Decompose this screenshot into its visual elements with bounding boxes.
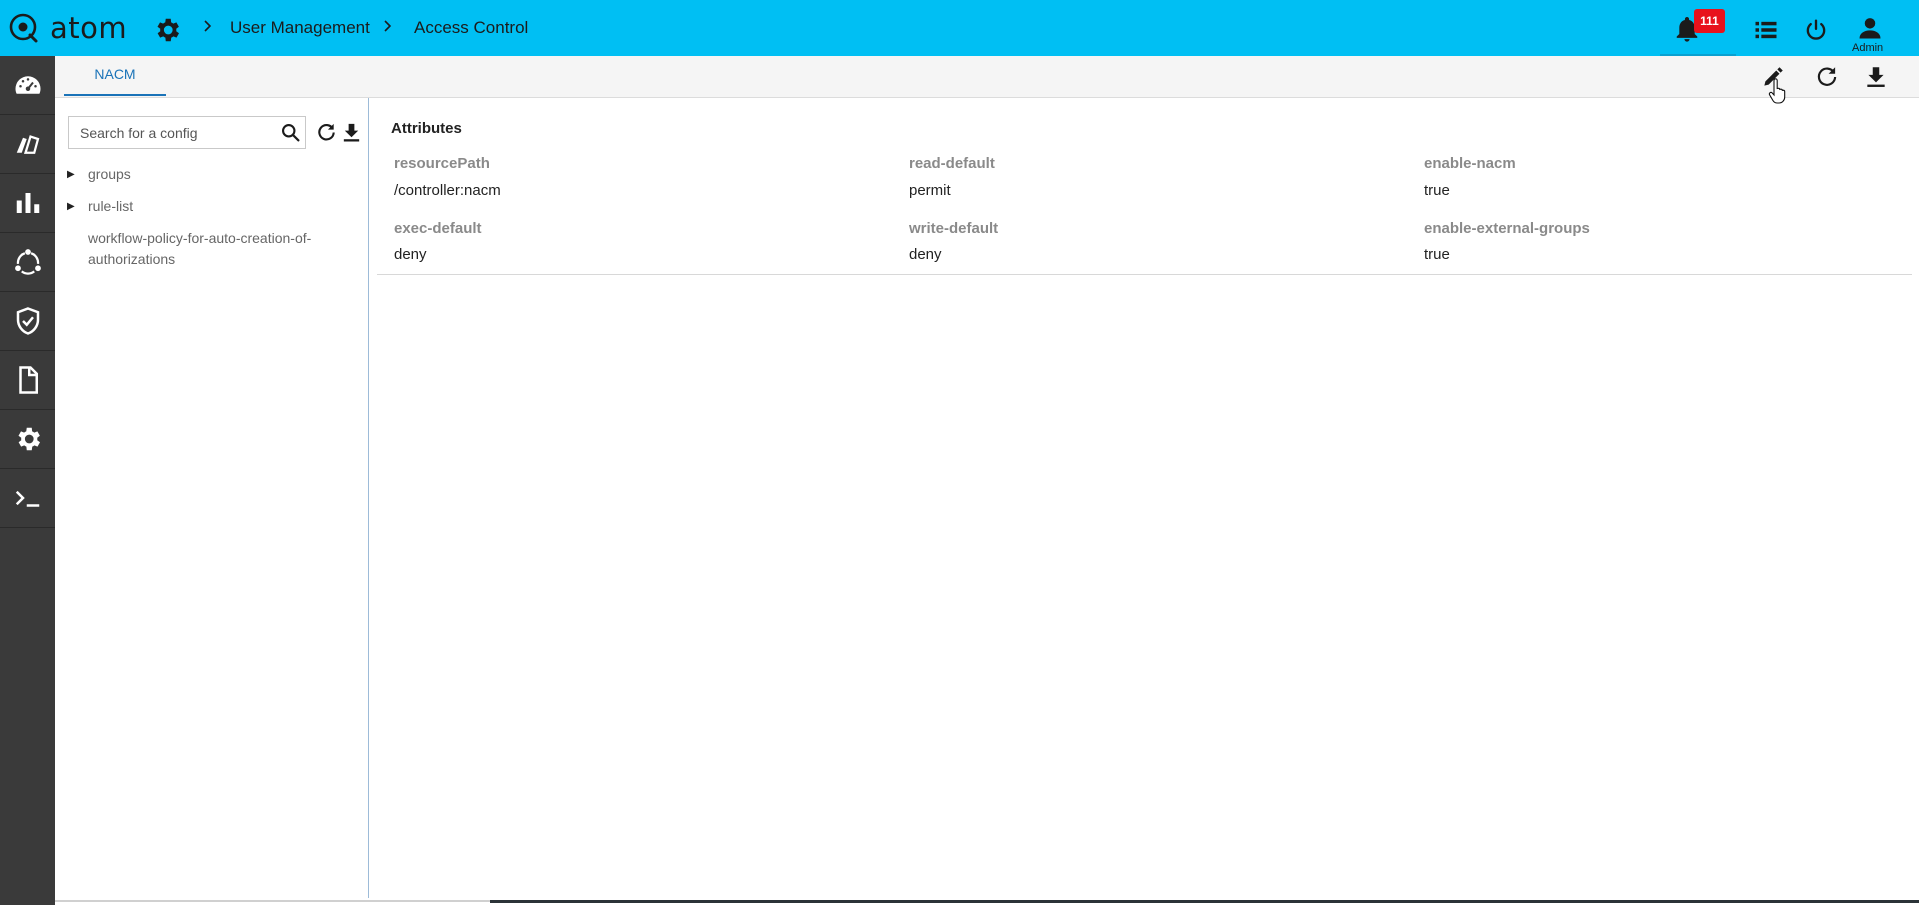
atom-logo-icon [9,13,38,43]
expand-arrow-icon[interactable]: ▶ [67,164,88,185]
top-bar: atom User Management Access Control 111 … [0,0,1919,56]
analytics-icon [16,193,39,213]
topology-icon [14,249,41,275]
user-label: Admin [1852,42,1884,54]
attr-value-enable-external-groups: true [1424,246,1450,263]
attr-key-read-default: read-default [909,155,995,172]
document-icon [18,366,38,394]
config-refresh-icon[interactable] [315,121,338,144]
nav-terminal[interactable] [0,469,55,528]
chevron-right-icon [384,20,392,32]
tree-item-label: groups [88,166,131,182]
nav-documents[interactable] [0,351,55,410]
nav-topology[interactable] [0,233,55,292]
breadcrumb-access-control[interactable]: Access Control [414,17,528,39]
notification-count-badge[interactable]: 111 [1694,9,1725,33]
expand-arrow-icon[interactable]: ▶ [67,196,88,217]
devices-icon [16,135,39,154]
list-menu-icon[interactable] [1752,16,1780,44]
attr-value-exec-default: deny [394,246,427,263]
app-logo[interactable]: atom [8,12,127,44]
tab-bar: NACM [55,56,1919,98]
nav-dashboard[interactable] [0,56,55,115]
chevron-right-icon [204,20,212,32]
refresh-icon[interactable] [1814,64,1840,90]
attr-value-enable-nacm: true [1424,182,1450,199]
security-icon [16,307,39,335]
attr-key-exec-default: exec-default [394,220,482,237]
attr-value-read-default: permit [909,182,951,199]
hand-cursor-icon [1768,78,1786,104]
tree-item-groups[interactable]: ▶ groups [67,164,328,185]
nav-settings[interactable] [0,410,55,469]
bottom-scroll-track [490,900,1919,903]
settings-icon [18,427,40,451]
config-download-icon[interactable] [340,121,363,144]
nav-analytics[interactable] [0,174,55,233]
attributes-title: Attributes [391,120,462,137]
download-icon[interactable] [1863,64,1889,90]
config-search-input[interactable] [69,117,274,148]
nav-security[interactable] [0,292,55,351]
config-search-box [68,116,306,149]
breadcrumb-user-management[interactable]: User Management [230,17,370,39]
attr-value-resource-path: /controller:nacm [394,182,501,199]
terminal-icon [15,490,39,507]
tree-item-label: rule-list [88,198,134,214]
attr-key-enable-nacm: enable-nacm [1424,155,1516,172]
attr-key-resource-path: resourcePath [394,155,490,172]
tree-item-label: workflow-policy-for-auto-creation-of-aut… [88,230,312,267]
app-logo-text: atom [50,11,128,45]
tab-nacm[interactable]: NACM [64,56,166,96]
tree-item-workflow-policy[interactable]: workflow-policy-for-auto-creation-of-aut… [67,228,328,270]
search-icon[interactable] [280,122,301,143]
attr-value-write-default: deny [909,246,942,263]
power-icon[interactable] [1802,16,1830,44]
attr-key-write-default: write-default [909,220,999,237]
tree-item-rule-list[interactable]: ▶ rule-list [67,196,328,217]
dashboard-icon [15,76,40,94]
attributes-divider [377,274,1912,275]
config-tree-panel: ▶ groups ▶ rule-list workflow-policy-for… [55,98,369,898]
user-avatar-icon[interactable] [1856,14,1884,42]
nav-devices[interactable] [0,115,55,174]
settings-gear-icon[interactable] [152,15,182,45]
attr-key-enable-external-groups: enable-external-groups [1424,220,1590,237]
left-nav-rail [0,56,55,905]
